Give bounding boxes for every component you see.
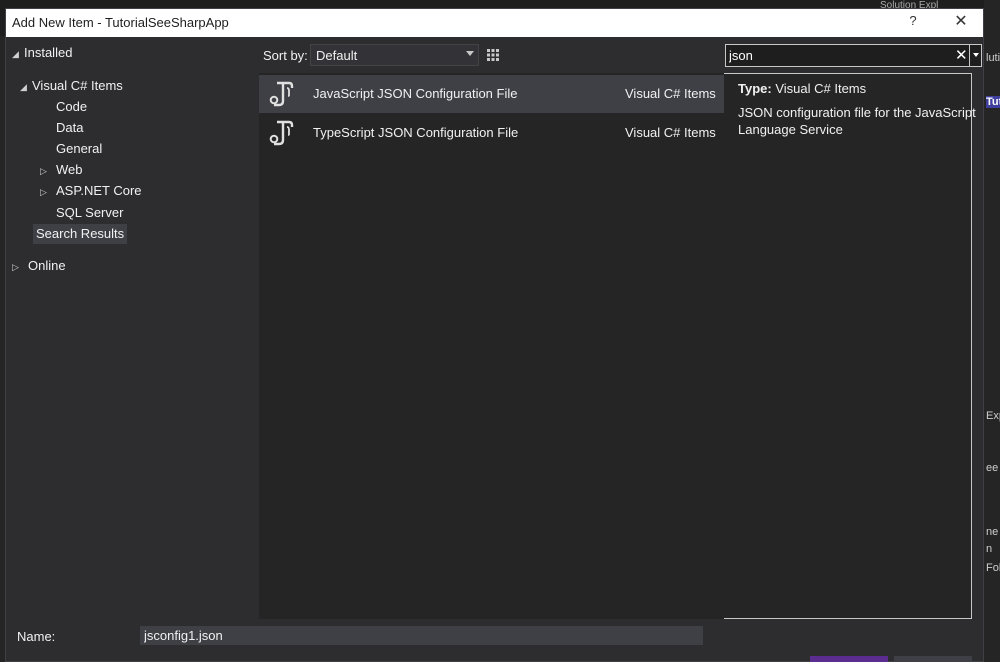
- search-input[interactable]: [729, 47, 949, 64]
- name-label: Name:: [17, 629, 56, 644]
- details-type-value: Visual C# Items: [775, 81, 867, 96]
- expanded-arrow-icon: ◢: [12, 49, 19, 59]
- ide-fragment: ee: [986, 462, 999, 474]
- grid-view-button[interactable]: [482, 44, 504, 66]
- file-name-input[interactable]: [140, 626, 703, 645]
- tree-label: Online: [28, 258, 66, 273]
- tree-node-online[interactable]: ▷ Online: [12, 256, 66, 276]
- cancel-button[interactable]: [894, 656, 972, 662]
- close-button[interactable]: ✕: [950, 11, 972, 31]
- ide-fragment: lutio: [986, 52, 1000, 64]
- json-config-icon: [269, 81, 294, 107]
- collapsed-arrow-icon[interactable]: ▷: [40, 182, 52, 202]
- tree-label: General: [56, 141, 103, 156]
- tree-node-aspnet-core[interactable]: ▷ ASP.NET Core: [40, 181, 142, 201]
- search-options-dropdown[interactable]: [969, 45, 981, 66]
- template-search-box[interactable]: ✕: [725, 44, 982, 67]
- help-button[interactable]: ?: [906, 13, 920, 28]
- tree-label: Data: [56, 120, 84, 135]
- ide-fragment: Exp: [986, 410, 1000, 422]
- tree-label: Visual C# Items: [32, 78, 123, 93]
- template-details: Type: Visual C# Items JSON configuration…: [738, 81, 978, 138]
- details-type-line: Type: Visual C# Items: [738, 81, 978, 96]
- json-config-icon: [269, 120, 294, 146]
- tree-label: Installed: [24, 45, 73, 60]
- tree-node-code[interactable]: Code: [56, 97, 87, 117]
- collapsed-arrow-icon[interactable]: ▷: [12, 257, 24, 277]
- template-list: JavaScript JSON Configuration File Visua…: [259, 73, 724, 619]
- ide-fragment: Fol: [986, 562, 1000, 574]
- template-name: JavaScript JSON Configuration File: [313, 86, 518, 101]
- clear-search-icon[interactable]: ✕: [955, 46, 968, 65]
- template-name: TypeScript JSON Configuration File: [313, 125, 519, 140]
- tree-label: ASP.NET Core: [56, 183, 142, 198]
- tree-node-search-results[interactable]: Search Results: [33, 224, 128, 244]
- sort-by-value: Default: [316, 48, 358, 63]
- sort-by-label: Sort by:: [263, 48, 308, 63]
- tree-label: SQL Server: [56, 205, 124, 220]
- tree-label: Search Results: [36, 226, 125, 241]
- template-item[interactable]: TypeScript JSON Configuration File Visua…: [259, 114, 724, 152]
- collapsed-arrow-icon[interactable]: ▷: [40, 161, 52, 181]
- tree-label: Web: [56, 162, 83, 177]
- chevron-down-icon: [973, 53, 979, 57]
- title-bar: Add New Item - TutorialSeeSharpApp ? ✕: [6, 9, 983, 37]
- template-type: Visual C# Items: [625, 86, 716, 101]
- ide-fragment-highlight: Tut: [986, 96, 1000, 108]
- tree-node-web[interactable]: ▷ Web: [40, 160, 83, 180]
- template-item[interactable]: JavaScript JSON Configuration File Visua…: [259, 75, 724, 113]
- tree-node-general[interactable]: General: [56, 139, 102, 159]
- sort-by-dropdown[interactable]: Default: [310, 44, 479, 66]
- dialog-title: Add New Item - TutorialSeeSharpApp: [12, 15, 229, 30]
- tree-node-installed[interactable]: ◢ Installed: [12, 43, 72, 63]
- add-new-item-dialog: Add New Item - TutorialSeeSharpApp ? ✕ ◢…: [5, 8, 984, 662]
- template-type: Visual C# Items: [625, 125, 716, 140]
- tree-node-visual-csharp-items[interactable]: ◢ Visual C# Items: [20, 76, 123, 96]
- ide-fragment: n: [986, 543, 993, 555]
- chevron-down-icon: [466, 51, 474, 56]
- ide-solution-explorer-title: Solution Expl: [880, 0, 939, 8]
- tree-label: Code: [56, 99, 88, 114]
- ide-fragment: ne: [986, 526, 999, 538]
- ide-right-panel: lutio Tut Exp ee ne n Fol: [984, 0, 1000, 662]
- category-tree: ◢ Installed ◢ Visual C# Items Code Data Ge…: [6, 37, 258, 619]
- details-type-label: Type:: [738, 81, 772, 96]
- details-description: JSON configuration file for the JavaScri…: [738, 105, 976, 137]
- add-button[interactable]: [810, 656, 888, 662]
- expanded-arrow-icon: ◢: [20, 82, 27, 92]
- grid-view-icon: [487, 49, 499, 61]
- tree-node-sql-server[interactable]: SQL Server: [56, 203, 123, 223]
- tree-node-data[interactable]: Data: [56, 118, 83, 138]
